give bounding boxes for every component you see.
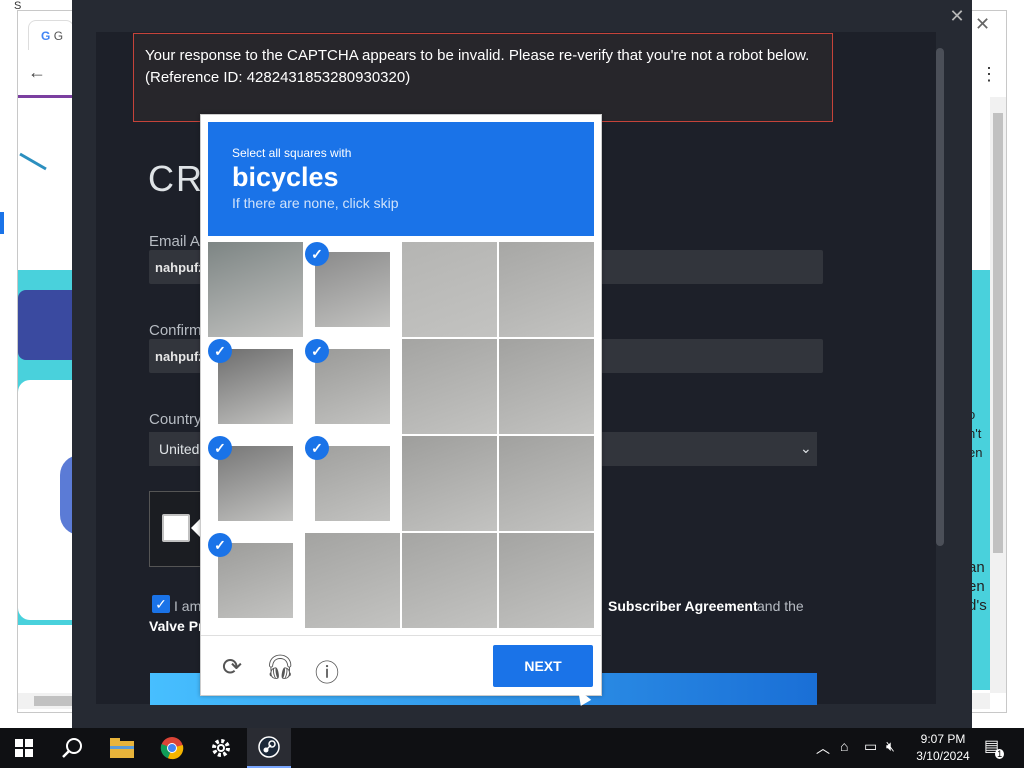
- tile-image: [218, 349, 293, 424]
- tile-image: [402, 533, 497, 628]
- captcha-tile[interactable]: [499, 533, 594, 628]
- tile-image: [315, 349, 390, 424]
- tile-image: [402, 339, 497, 434]
- agree-checkbox[interactable]: ✓: [152, 595, 170, 613]
- captcha-tile[interactable]: [402, 339, 497, 434]
- recaptcha-checkbox[interactable]: [162, 514, 190, 542]
- chevron-down-icon: ⌄: [800, 440, 812, 456]
- challenge-instruction: Select all squares with: [232, 146, 352, 160]
- error-reference-id: (Reference ID: 4282431853280930320): [145, 69, 411, 86]
- checkmark-icon: ✓: [305, 242, 329, 266]
- captcha-tile[interactable]: ✓: [305, 436, 400, 531]
- agree-text-mid: and the: [757, 598, 804, 614]
- captcha-tile[interactable]: ✓: [208, 533, 303, 628]
- info-icon[interactable]: ⓘ: [313, 653, 341, 687]
- challenge-target: bicycles: [232, 162, 339, 192]
- settings-gear-icon[interactable]: [199, 728, 243, 768]
- captcha-tile[interactable]: [499, 436, 594, 531]
- left-edge-indicator: [0, 212, 4, 234]
- checkmark-icon: ✓: [305, 339, 329, 363]
- captcha-tile[interactable]: [402, 242, 497, 337]
- captcha-tile[interactable]: [402, 436, 497, 531]
- error-text: Your response to the CAPTCHA appears to …: [145, 47, 810, 64]
- footer-divider: [201, 635, 601, 636]
- system-clock[interactable]: 9:07 PM 3/10/2024: [910, 731, 976, 765]
- tile-image: [499, 436, 594, 531]
- volume-muted-icon[interactable]: 🔇︎: [886, 738, 895, 755]
- tile-image: [208, 242, 303, 337]
- challenge-image-grid: ✓ ✓ ✓ ✓ ✓ ✓: [208, 242, 594, 628]
- checkmark-icon: ✓: [208, 436, 232, 460]
- browser-close-icon[interactable]: ✕: [975, 14, 990, 35]
- captcha-error-message: Your response to the CAPTCHA appears to …: [133, 33, 833, 122]
- tile-image: [499, 533, 594, 628]
- tile-image: [315, 446, 390, 521]
- clock-date: 3/10/2024: [916, 749, 970, 763]
- tile-image: [305, 533, 400, 628]
- browser-tab[interactable]: G G: [28, 20, 74, 50]
- captcha-tile[interactable]: ✓: [305, 339, 400, 434]
- captcha-tile[interactable]: [402, 533, 497, 628]
- clock-time: 9:07 PM: [920, 732, 966, 746]
- tile-image: [218, 446, 293, 521]
- tile-image: [315, 252, 390, 327]
- close-icon[interactable]: ✕: [947, 6, 967, 27]
- tile-image: [499, 339, 594, 434]
- tile-image: [218, 543, 293, 618]
- country-label: Country: [149, 411, 202, 428]
- captcha-tile[interactable]: ✓: [305, 242, 400, 337]
- tile-image: [402, 242, 497, 337]
- file-explorer-icon[interactable]: [100, 728, 144, 768]
- windows-start-icon[interactable]: [2, 728, 46, 768]
- scrollbar-thumb[interactable]: [993, 113, 1003, 553]
- back-arrow-icon[interactable]: ←: [28, 62, 52, 86]
- checkmark-icon: ✓: [208, 339, 232, 363]
- next-button[interactable]: NEXT: [493, 645, 593, 687]
- chrome-icon[interactable]: [150, 728, 194, 768]
- reload-icon[interactable]: ⟳: [218, 653, 246, 681]
- tile-image: [499, 242, 594, 337]
- search-icon[interactable]: [50, 728, 94, 768]
- notification-icon[interactable]: ▤1: [984, 736, 1008, 759]
- headphones-icon[interactable]: 🎧︎: [265, 653, 295, 681]
- chevron-up-icon[interactable]: ︿: [816, 738, 830, 758]
- subscriber-agreement-link[interactable]: Subscriber Agreement: [608, 598, 758, 614]
- network-icon[interactable]: ⌂: [840, 738, 848, 754]
- challenge-header: Select all squares with bicycles If ther…: [208, 122, 594, 236]
- confirm-email-label: Confirm: [149, 322, 202, 339]
- browser-menu-icon[interactable]: ⋮: [980, 64, 998, 85]
- checkmark-icon: ✓: [208, 533, 232, 557]
- captcha-tile[interactable]: [499, 242, 594, 337]
- background-title-text: S: [14, 0, 22, 12]
- captcha-tile[interactable]: ✓: [208, 339, 303, 434]
- monitor-icon[interactable]: ▭: [864, 738, 877, 755]
- captcha-tile[interactable]: ✓: [208, 436, 303, 531]
- tile-image: [402, 436, 497, 531]
- google-icon: G: [41, 29, 51, 43]
- modal-scrollbar[interactable]: [936, 48, 944, 546]
- steam-icon[interactable]: [247, 728, 291, 768]
- page-accent-bar: [18, 95, 72, 98]
- challenge-skip-hint: If there are none, click skip: [232, 195, 399, 211]
- captcha-tile[interactable]: [305, 533, 400, 628]
- checkmark-icon: ✓: [305, 436, 329, 460]
- background-card: [18, 290, 72, 360]
- tab-title: G: [53, 29, 64, 43]
- privacy-policy-link[interactable]: Valve Pr: [149, 618, 204, 634]
- captcha-tile[interactable]: [208, 242, 303, 337]
- captcha-tile[interactable]: [499, 339, 594, 434]
- agree-text: I am: [174, 598, 202, 614]
